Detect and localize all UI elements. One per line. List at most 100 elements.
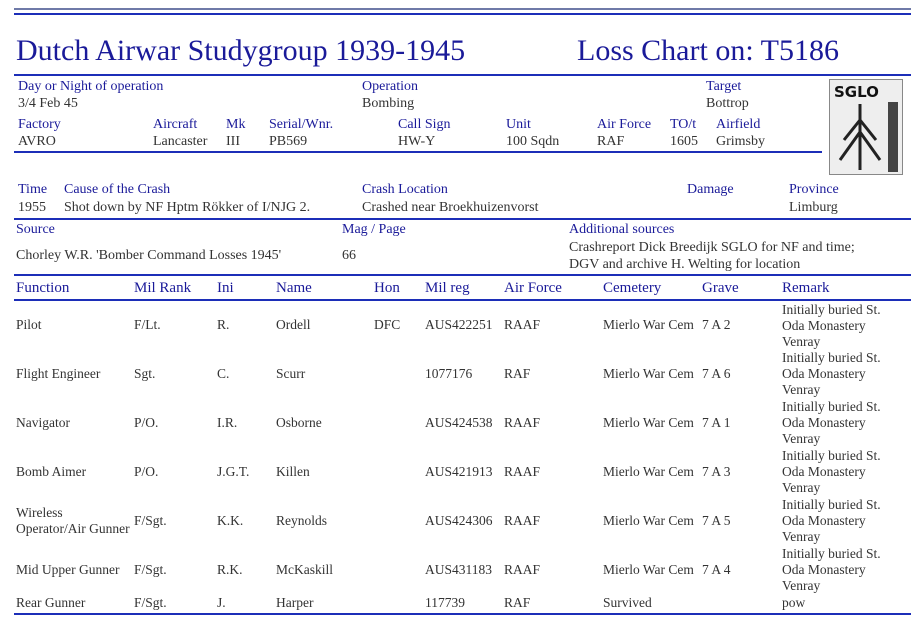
crash-location-value: Crashed near Broekhuizenvorst	[362, 200, 539, 215]
crew-name: Killen	[276, 464, 310, 479]
unit-label: Unit	[506, 117, 531, 132]
crew-rank: F/Sgt.	[134, 562, 167, 577]
crew-remark: Initially buried St. Oda Monastery Venra…	[782, 302, 881, 349]
crew-milreg: AUS424538	[425, 415, 493, 430]
crew-ini: C.	[217, 366, 230, 381]
factory-value: AVRO	[18, 134, 56, 149]
aircraft-value: Lancaster	[153, 134, 208, 149]
crew-airforce: RAF	[504, 366, 531, 381]
crew-cemetery: Mierlo War Cem	[603, 366, 694, 381]
crew-grave: 7 A 6	[702, 366, 731, 381]
crew-ini: J.G.T.	[217, 464, 250, 479]
sglo-logo: SGLO	[829, 79, 903, 175]
crew-ini: J.	[217, 595, 226, 610]
col-name: Name	[276, 280, 312, 296]
crew-remark: pow	[782, 595, 806, 610]
bottom-rule	[14, 613, 911, 615]
crew-milreg: 1077176	[425, 366, 473, 381]
top-rule-2	[14, 13, 911, 15]
crew-rank: F/Sgt.	[134, 513, 167, 528]
magpage-value: 66	[342, 248, 356, 263]
sources-rule	[14, 274, 911, 276]
crew-cemetery: Survived	[603, 595, 652, 610]
col-ini: Ini	[217, 280, 234, 296]
crew-airforce: RAAF	[504, 317, 541, 332]
airfield-label: Airfield	[716, 117, 761, 132]
source-label: Source	[16, 222, 55, 237]
crew-grave: 7 A 4	[702, 562, 731, 577]
crew-remark: Initially buried St. Oda Monastery Venra…	[782, 448, 881, 495]
crew-airforce: RAAF	[504, 562, 541, 577]
sglo-logo-graphic: SGLO	[830, 80, 902, 174]
time-label: Time	[18, 182, 48, 197]
crew-name: Osborne	[276, 415, 322, 430]
callsign-label: Call Sign	[398, 117, 451, 132]
serial-value: PB569	[269, 134, 308, 149]
svg-text:SGLO: SGLO	[834, 83, 879, 101]
crew-function: Flight Engineer	[16, 366, 101, 381]
page-title: Dutch Airwar Studygroup 1939-1945	[16, 34, 466, 67]
col-grave: Grave	[702, 280, 739, 296]
crew-rank: P/O.	[134, 415, 159, 430]
crew-ini: R.K.	[217, 562, 243, 577]
col-remark: Remark	[782, 280, 830, 296]
crew-function: Rear Gunner	[16, 595, 86, 610]
crew-function: Mid Upper Gunner	[16, 562, 120, 577]
crew-name: Scurr	[276, 366, 306, 381]
crew-ini: R.	[217, 317, 230, 332]
province-label: Province	[789, 182, 839, 197]
serial-label: Serial/Wnr.	[269, 117, 334, 132]
crew-milreg: AUS422251	[425, 317, 493, 332]
crew-remark: Initially buried St. Oda Monastery Venra…	[782, 350, 881, 397]
mk-value: III	[226, 134, 240, 149]
airforce-label: Air Force	[597, 117, 652, 132]
airfield-value: Grimsby	[716, 134, 765, 149]
crew-rank: F/Lt.	[134, 317, 161, 332]
crew-ini: K.K.	[217, 513, 244, 528]
magpage-label: Mag / Page	[342, 222, 406, 237]
crew-cemetery: Mierlo War Cem	[603, 415, 694, 430]
factory-label: Factory	[18, 117, 61, 132]
crew-cemetery: Mierlo War Cem	[603, 317, 694, 332]
crew-function: Pilot	[16, 317, 42, 332]
callsign-value: HW-Y	[398, 134, 436, 149]
crew-milreg: 117739	[425, 595, 465, 610]
crew-cemetery: Mierlo War Cem	[603, 464, 694, 479]
crew-function: Bomb Aimer	[16, 464, 87, 479]
crew-airforce: RAF	[504, 595, 531, 610]
operation-rule	[14, 151, 822, 153]
col-function: Function	[16, 280, 70, 296]
col-hon: Hon	[374, 280, 400, 296]
target-label: Target	[706, 79, 742, 94]
crew-airforce: RAAF	[504, 415, 541, 430]
tot-value: 1605	[670, 134, 698, 149]
crew-milreg: AUS424306	[425, 513, 493, 528]
crew-airforce: RAAF	[504, 464, 541, 479]
loss-chart-title: Loss Chart on: T5186	[577, 34, 839, 67]
title-rule	[14, 74, 911, 76]
crew-hon: DFC	[374, 317, 401, 332]
crew-function: Wireless Operator/Air Gunner	[16, 505, 130, 536]
crew-rank: P/O.	[134, 464, 159, 479]
operation-label: Operation	[362, 79, 418, 94]
additional-sources-label: Additional sources	[569, 222, 675, 237]
col-mil-rank: Mil Rank	[134, 280, 192, 296]
day-night-value: 3/4 Feb 45	[18, 96, 78, 111]
airforce-value: RAF	[597, 134, 625, 149]
aircraft-label: Aircraft	[153, 117, 198, 132]
col-cemetery: Cemetery	[603, 280, 662, 296]
target-value: Bottrop	[706, 96, 749, 111]
crew-cemetery: Mierlo War Cem	[603, 513, 694, 528]
crew-name: Harper	[276, 595, 314, 610]
crew-ini: I.R.	[217, 415, 238, 430]
crew-milreg: AUS431183	[425, 562, 493, 577]
crew-remark: Initially buried St. Oda Monastery Venra…	[782, 399, 881, 446]
crew-function: Navigator	[16, 415, 70, 430]
crash-rule	[14, 218, 911, 220]
additional-sources-line-1: Crashreport Dick Breedijk SGLO for NF an…	[569, 240, 855, 255]
crew-grave: 7 A 5	[702, 513, 731, 528]
damage-label: Damage	[687, 182, 734, 197]
crash-location-label: Crash Location	[362, 182, 448, 197]
crew-name: Reynolds	[276, 513, 328, 528]
crew-rank: Sgt.	[134, 366, 156, 381]
